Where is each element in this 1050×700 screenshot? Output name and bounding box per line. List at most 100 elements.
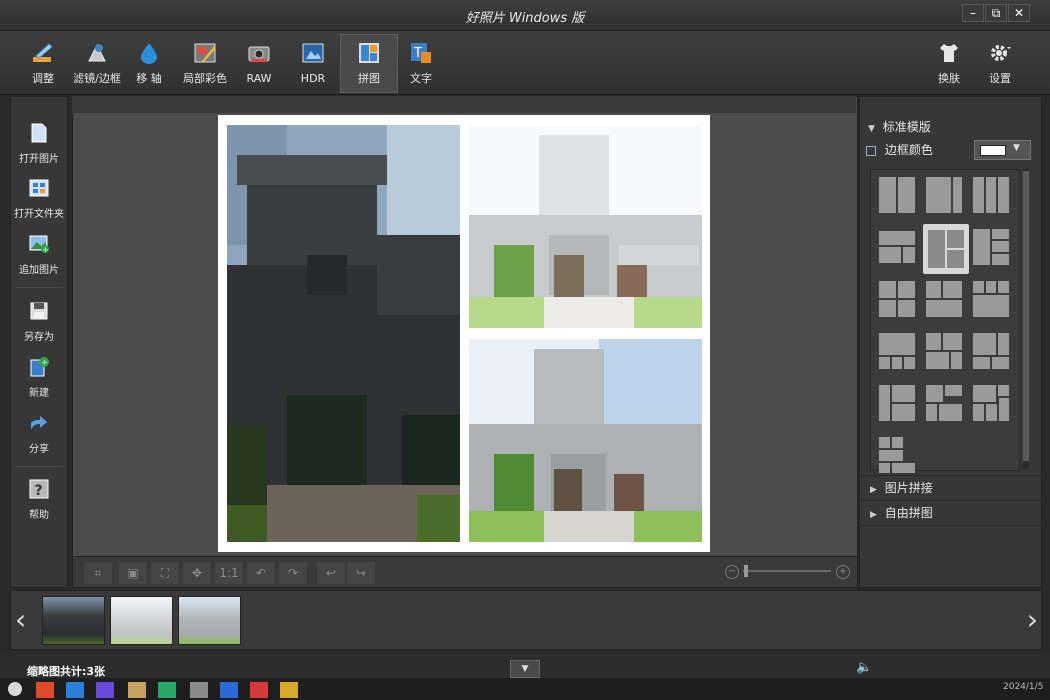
start-icon[interactable] <box>8 682 22 696</box>
open-folder-button[interactable]: 打开文件夹 <box>11 177 67 221</box>
svg-text:?: ? <box>35 483 43 499</box>
chevron-down-icon: ▼ <box>1013 143 1020 153</box>
center-button[interactable]: ✥ <box>182 561 212 585</box>
tool-adjust[interactable]: 调整 <box>15 35 71 90</box>
skin-button[interactable]: 换肤 <box>921 35 977 90</box>
close-button[interactable]: ✕ <box>1008 4 1030 22</box>
canvas-toolbar: ⌗ ▣ ⛶ ✥ 1:1 ↶ ↷ ↩ ↪ − + <box>72 556 858 588</box>
standard-templates-header[interactable]: ▼ 标准模版 <box>860 115 1041 139</box>
svg-text:+: + <box>43 246 49 254</box>
template-three-top-one-bottom[interactable] <box>972 280 1010 318</box>
expand-arrow-icon: ▶ <box>870 485 877 495</box>
template-two-top-one-bottom[interactable] <box>925 280 963 318</box>
fit-icon: ▣ <box>127 566 139 580</box>
thumbnail-prev-button[interactable]: ‹ <box>15 601 37 639</box>
fullscreen-button[interactable]: ⛶ <box>150 561 180 585</box>
thumbnail-item-1[interactable] <box>42 596 105 645</box>
template-top-bottom-split[interactable] <box>878 228 916 266</box>
fullscreen-icon: ⛶ <box>160 566 170 580</box>
app-icon[interactable] <box>250 682 268 698</box>
zoom-in-icon[interactable]: + <box>836 565 850 579</box>
app-icon[interactable] <box>36 682 54 698</box>
template-five-c[interactable] <box>972 384 1010 422</box>
app-icon[interactable] <box>128 682 146 698</box>
share-button[interactable]: 分享 <box>11 412 67 456</box>
text-icon: T <box>411 43 431 63</box>
template-mixed-four-alt[interactable] <box>972 332 1010 370</box>
free-collage-section[interactable]: ▶ 自由拼图 <box>860 501 1041 526</box>
window-title: 好照片 Windows 版 <box>465 11 585 26</box>
collage-photo-left[interactable] <box>227 125 460 542</box>
border-color-dropdown[interactable]: ▼ <box>974 140 1031 160</box>
template-five-b[interactable] <box>925 384 963 422</box>
tool-hdr[interactable]: HDR <box>285 35 341 90</box>
actual-size-button[interactable]: 1:1 <box>214 561 244 585</box>
maximize-button[interactable]: ⧉ <box>985 4 1007 22</box>
partial-color-icon <box>194 43 216 63</box>
castle-bright-image <box>469 125 702 328</box>
app-icon[interactable] <box>66 682 84 698</box>
minimize-button[interactable]: – <box>962 4 984 22</box>
app-icon[interactable] <box>96 682 114 698</box>
template-three-vertical[interactable] <box>972 176 1010 214</box>
template-scrollbar[interactable] <box>1023 169 1029 469</box>
thumbnail-item-3[interactable] <box>178 596 241 645</box>
template-one-plus-three[interactable] <box>972 228 1010 266</box>
template-one-top-three-bottom[interactable] <box>878 332 916 370</box>
collage-photo-bottom-right[interactable] <box>469 339 702 542</box>
template-four-grid[interactable] <box>878 280 916 318</box>
tool-raw[interactable]: RAW <box>231 35 287 90</box>
tool-label: 调整 <box>32 72 54 85</box>
rotate-right-icon: ↷ <box>287 566 299 580</box>
template-six-mixed[interactable] <box>878 436 916 474</box>
expand-box-icon[interactable] <box>866 145 876 156</box>
open-image-button[interactable]: 打开图片 <box>11 122 67 166</box>
os-taskbar: 2024/1/5 <box>0 678 1050 700</box>
tool-filter-frame[interactable]: 滤镜/边框 <box>69 35 125 90</box>
crop-button[interactable]: ⌗ <box>83 561 113 585</box>
new-button[interactable]: + 新建 <box>11 356 67 400</box>
app-icon[interactable] <box>220 682 238 698</box>
fit-button[interactable]: ▣ <box>118 561 148 585</box>
zoom-slider-handle[interactable] <box>744 565 748 577</box>
collage-canvas[interactable] <box>218 115 710 552</box>
speaker-icon[interactable]: 🔈 <box>856 660 872 675</box>
picture-stitch-section[interactable]: ▶ 图片拼接 <box>860 475 1041 501</box>
tool-text[interactable]: T 文字 <box>393 35 449 90</box>
template-five-a[interactable] <box>878 384 916 422</box>
shirt-icon <box>940 44 958 62</box>
zoom-out-icon[interactable]: − <box>725 565 739 579</box>
tool-partial-color[interactable]: 局部彩色 <box>177 35 233 90</box>
template-two-vertical[interactable] <box>878 176 916 214</box>
template-wide-narrow[interactable] <box>925 176 963 214</box>
title-bar: 好照片 Windows 版 – ⧉ ✕ <box>0 0 1050 31</box>
rotate-right-button[interactable]: ↷ <box>278 561 308 585</box>
app-icon[interactable] <box>280 682 298 698</box>
add-image-button[interactable]: + 追加图片 <box>11 233 67 277</box>
template-selected-one-plus-two[interactable] <box>923 224 969 274</box>
settings-button[interactable]: 设置 <box>972 35 1028 90</box>
app-icon[interactable] <box>158 682 176 698</box>
help-button[interactable]: ? 帮助 <box>11 478 67 522</box>
separator <box>15 287 63 288</box>
collage-photo-top-right[interactable] <box>469 125 702 328</box>
redo-button[interactable]: ↪ <box>346 561 376 585</box>
rotate-left-button[interactable]: ↶ <box>246 561 276 585</box>
app-icon[interactable] <box>190 682 208 698</box>
rotate-left-icon: ↶ <box>255 566 267 580</box>
undo-button[interactable]: ↩ <box>316 561 346 585</box>
thumbnail-count-label: 缩略图共计:3张 <box>27 665 106 678</box>
scrollbar-thumb[interactable] <box>1023 171 1029 461</box>
new-icon: + <box>30 357 49 377</box>
save-as-button[interactable]: 另存为 <box>11 300 67 344</box>
tool-label: 文字 <box>410 72 432 85</box>
tool-collage[interactable]: 拼图 <box>340 34 398 93</box>
tool-tilt-shift[interactable]: 移 轴 <box>121 35 177 90</box>
open-folder-icon <box>29 179 49 197</box>
thumbnail-next-button[interactable]: › <box>1016 601 1038 639</box>
zoom-slider-track[interactable] <box>743 570 831 572</box>
collapse-strip-button[interactable]: ▼ <box>510 660 540 678</box>
template-mixed-four[interactable] <box>925 332 963 370</box>
thumbnail-item-2[interactable] <box>110 596 173 645</box>
move-icon: ✥ <box>191 566 203 580</box>
